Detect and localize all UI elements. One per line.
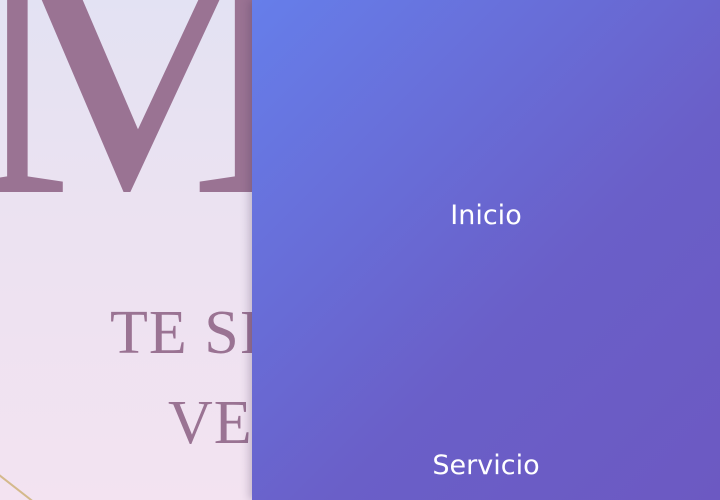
decorative-gold-line: [0, 470, 42, 500]
nav-item-servicio[interactable]: Servicio: [252, 452, 720, 479]
nav-item-inicio[interactable]: Inicio: [252, 202, 720, 229]
side-navigation-drawer: Inicio Servicio: [252, 0, 720, 500]
hero-tagline-line-1: TE SI: [110, 299, 262, 367]
hero-tagline-line-2: VE: [168, 389, 253, 457]
